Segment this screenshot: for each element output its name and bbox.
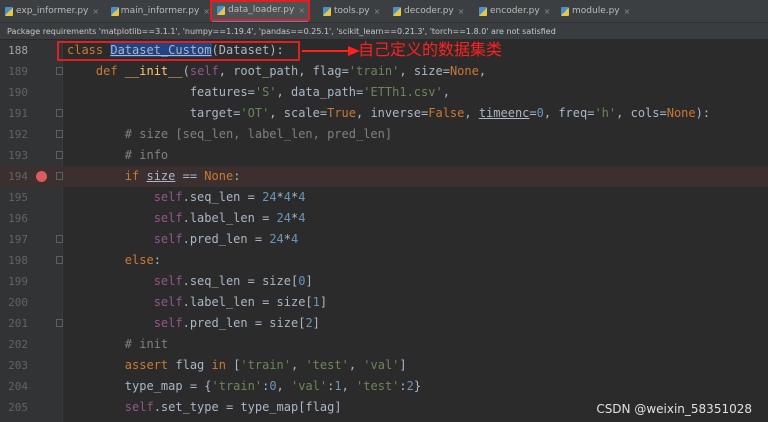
tab-label: exp_informer.py <box>16 6 89 16</box>
tab-label: decoder.py <box>404 6 454 16</box>
line-number: 198 <box>8 254 28 267</box>
line-number: 188 <box>8 44 28 57</box>
tab-label: encoder.py <box>490 6 540 16</box>
code-line: 190 features='S', data_path='ETTh1.csv', <box>0 82 768 103</box>
code-line: 201 self.pred_len = size[2] <box>0 313 768 334</box>
fold-marker-icon[interactable] <box>56 151 63 159</box>
line-number: 191 <box>8 107 28 120</box>
line-number: 194 <box>8 170 28 183</box>
code-text: self.seq_len = 24*4*4 <box>153 190 306 204</box>
code-comment: # info <box>67 148 169 162</box>
code-text: def __init__(self, root_path, flag='trai… <box>95 64 487 78</box>
code-line: 189 def __init__(self, root_path, flag='… <box>0 61 768 82</box>
code-text: self.pred_len = size[2] <box>153 316 320 330</box>
breakpoint-icon[interactable] <box>36 171 47 182</box>
line-number: 192 <box>8 128 28 141</box>
code-text: self.seq_len = size[0] <box>153 274 313 288</box>
fold-marker-icon[interactable] <box>56 172 63 180</box>
code-line: 203 assert flag in ['train', 'test', 'va… <box>0 355 768 376</box>
code-text: if size == None: <box>124 169 241 183</box>
code-text: self.pred_len = 24*4 <box>153 232 299 246</box>
code-line: 193 # info <box>0 145 768 166</box>
code-text: type_map = {'train':0, 'val':1, 'test':2… <box>67 379 422 393</box>
fold-marker-icon[interactable] <box>56 256 63 264</box>
code-line: 204 type_map = {'train':0, 'val':1, 'tes… <box>0 376 768 397</box>
line-number: 196 <box>8 212 28 225</box>
python-file-icon <box>561 6 569 16</box>
code-text: features='S', data_path='ETTh1.csv', <box>67 85 450 99</box>
annotation-arrow-icon <box>302 46 360 56</box>
code-line: 198 else: <box>0 250 768 271</box>
python-file-icon <box>5 6 13 16</box>
line-number: 195 <box>8 191 28 204</box>
line-number: 197 <box>8 233 28 246</box>
line-number: 203 <box>8 359 28 372</box>
python-file-icon <box>393 6 401 16</box>
close-icon[interactable]: × <box>92 7 99 16</box>
close-icon[interactable]: × <box>458 7 465 16</box>
close-icon[interactable]: × <box>624 7 631 16</box>
line-number: 200 <box>8 296 28 309</box>
tab-tools[interactable]: tools.py × <box>318 0 388 22</box>
tab-label: module.py <box>572 6 620 16</box>
fold-marker-icon[interactable] <box>56 235 63 243</box>
code-line: 200 self.label_len = size[1] <box>0 292 768 313</box>
code-line-breakpoint: 194 if size == None: <box>0 166 768 187</box>
tab-encoder[interactable]: encoder.py × <box>474 0 556 22</box>
code-text: self.set_type = type_map[flag] <box>124 400 342 414</box>
line-number: 199 <box>8 275 28 288</box>
line-number: 189 <box>8 65 28 78</box>
watermark: CSDN @weixin_58351028 <box>596 402 752 416</box>
code-line: 199 self.seq_len = size[0] <box>0 271 768 292</box>
fold-marker-icon[interactable] <box>56 319 63 327</box>
code-text: self.label_len = size[1] <box>153 295 328 309</box>
tab-label: main_informer.py <box>120 6 200 16</box>
tab-exp-informer[interactable]: exp_informer.py × <box>0 0 104 22</box>
editor-tab-bar: exp_informer.py × main_informer.py × dat… <box>0 0 768 23</box>
fold-marker-icon[interactable] <box>56 130 63 138</box>
tab-main-informer[interactable]: main_informer.py × <box>106 0 210 22</box>
code-comment: # init <box>67 337 169 351</box>
line-number: 190 <box>8 86 28 99</box>
line-number: 202 <box>8 338 28 351</box>
tab-decoder[interactable]: decoder.py × <box>388 0 470 22</box>
code-line: 192 # size [seq_len, label_len, pred_len… <box>0 124 768 145</box>
code-text: self.label_len = 24*4 <box>153 211 306 225</box>
python-file-icon <box>111 6 119 16</box>
line-number: 193 <box>8 149 28 162</box>
code-text: target='OT', scale=True, inverse=False, … <box>67 106 711 120</box>
python-file-icon <box>323 6 331 16</box>
tab-module[interactable]: module.py × <box>556 0 632 22</box>
line-number: 205 <box>8 401 28 414</box>
close-icon[interactable]: × <box>374 7 381 16</box>
fold-marker-icon[interactable] <box>56 67 63 75</box>
code-line: 191 target='OT', scale=True, inverse=Fal… <box>0 103 768 124</box>
close-icon[interactable]: × <box>544 7 551 16</box>
line-number: 201 <box>8 317 28 330</box>
code-text: else: <box>124 253 161 267</box>
class-highlight-box <box>57 41 300 61</box>
package-requirements-banner[interactable]: Package requirements 'matplotlib==3.1.1'… <box>0 23 768 40</box>
code-text: assert flag in ['train', 'test', 'val'] <box>124 358 407 372</box>
code-line: 202 # init <box>0 334 768 355</box>
annotation-text: 自己定义的数据集类 <box>358 40 503 59</box>
code-line: 197 self.pred_len = 24*4 <box>0 229 768 250</box>
tab-label: tools.py <box>334 6 370 16</box>
code-comment: # size [seq_len, label_len, pred_len] <box>67 127 393 141</box>
python-file-icon <box>479 6 487 16</box>
line-number: 204 <box>8 380 28 393</box>
close-icon[interactable]: × <box>203 7 210 16</box>
tab-highlight-box <box>210 0 310 21</box>
fold-marker-icon[interactable] <box>56 109 63 117</box>
code-line: 195 self.seq_len = 24*4*4 <box>0 187 768 208</box>
code-line: 196 self.label_len = 24*4 <box>0 208 768 229</box>
